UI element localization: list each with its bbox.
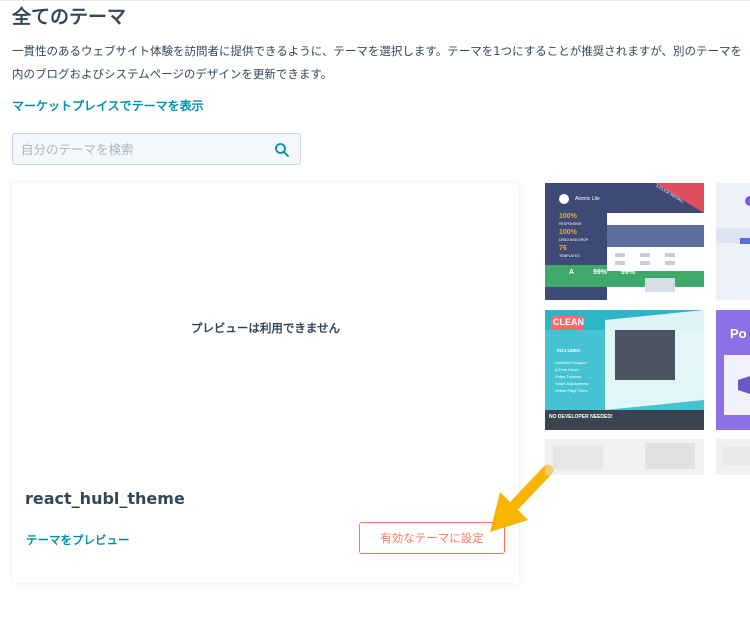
thumb4-label: Po: [730, 326, 747, 341]
thumb1-stat3-label: TEMPLATES: [559, 254, 580, 258]
marketplace-themes-link[interactable]: マーケットプレイスでテーマを表示: [12, 97, 204, 114]
thumb1-stat3: 76: [559, 245, 567, 252]
theme-2-preview-image: [716, 183, 750, 300]
page-description: 一貫性のあるウェブサイト体験を訪問者に提供できるように、テーマを選択します。テー…: [12, 40, 742, 86]
marketplace-theme-thumbnail-atomic[interactable]: Atomic Lite 1-CLICK INSTALL 100% RESPONS…: [545, 183, 704, 300]
marketplace-theme-thumbnail-clean[interactable]: CLEAN INCLUDES Unlimited Support & Free …: [545, 310, 704, 430]
thumb1-stat2-label: DRAG AND DROP: [559, 238, 589, 242]
marketplace-theme-thumbnail-6[interactable]: [716, 439, 750, 475]
thumb3-footer: NO DEVELOPER NEEDED!: [549, 414, 613, 420]
description-line-2: 内のブログおよびシステムページのデザインを更新できます。: [12, 67, 333, 81]
thumb1-name: Atomic Lite: [575, 196, 600, 202]
theme-card: プレビューは利用できません react_hubl_theme テーマをプレビュー…: [12, 183, 519, 583]
thumb1-stat1: 100%: [559, 213, 577, 220]
marketplace-theme-thumbnail-po[interactable]: Po: [716, 310, 750, 430]
preview-theme-link[interactable]: テーマをプレビュー: [26, 532, 130, 548]
description-line-1: 一貫性のあるウェブサイト体験を訪問者に提供できるように、テーマを選択します。テー…: [12, 44, 742, 58]
search-icon[interactable]: [274, 142, 290, 158]
theme-6-preview-image: [716, 439, 750, 475]
page-title: 全てのテーマ: [12, 6, 127, 28]
marketplace-theme-thumbnail-5[interactable]: [545, 439, 704, 475]
theme-name: react_hubl_theme: [25, 489, 185, 508]
thumb3-name: CLEAN: [553, 317, 584, 327]
thumb1-score-grade: A: [569, 269, 575, 276]
thumb3-feature2: & Free Hours: [555, 367, 579, 372]
theme-search-input[interactable]: [13, 134, 276, 164]
thumb1-stat1-label: RESPONSIVE: [559, 222, 582, 226]
thumb3-feature1: Unlimited Support: [555, 360, 587, 365]
thumb3-feature3: Video Tutorials: [555, 374, 582, 379]
thumb3-feature5: Virtual Page Tours: [555, 388, 588, 393]
thumb1-stat2: 100%: [559, 229, 577, 236]
marketplace-theme-thumbnail-2[interactable]: [716, 183, 750, 300]
marketplace-thumbnails: Atomic Lite 1-CLICK INSTALL 100% RESPONS…: [540, 183, 750, 583]
thumb1-score2: 99%: [621, 269, 636, 276]
top-divider: [0, 0, 750, 1]
thumb3-includes: INCLUDES: [557, 348, 581, 353]
no-preview-message: プレビューは利用できません: [190, 321, 341, 335]
theme-search-box: [12, 133, 301, 165]
thumb3-feature4: Smart Adjustments: [555, 381, 589, 386]
theme-5-preview-image: [545, 439, 704, 475]
thumb1-score1: 99%: [593, 269, 608, 276]
